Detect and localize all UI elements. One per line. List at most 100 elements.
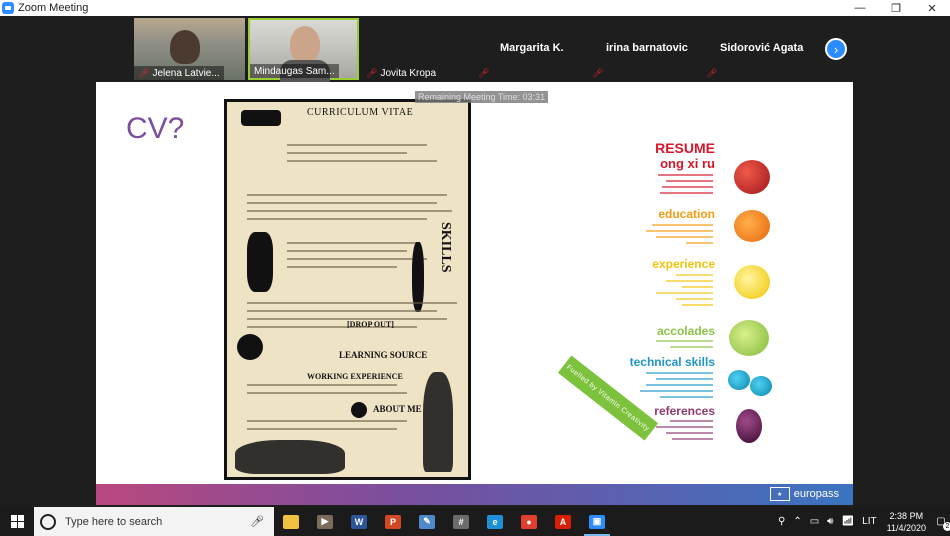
cv-example-image: CURRICULUM VITAE SKILLS [DROP OUT] LEARN… <box>224 99 471 480</box>
taskbar-app-paint[interactable]: ✎ <box>410 507 444 536</box>
taskbar-app-word[interactable]: W <box>342 507 376 536</box>
participant-name: Mindaugas Sam... <box>254 65 335 77</box>
cortana-circle-icon <box>40 513 56 530</box>
resume-name: ong xi ru <box>660 156 715 171</box>
mic-muted-icon: 🎤︎ <box>366 67 378 78</box>
orange-image <box>734 210 770 242</box>
resume-section-title: accolades <box>656 324 715 338</box>
participant-video-face <box>170 30 200 64</box>
start-button[interactable] <box>0 507 34 536</box>
apple-image <box>734 160 770 194</box>
calculator-icon: # <box>453 514 469 529</box>
cv-working-experience-label: WORKING EXPERIENCE <box>307 372 403 381</box>
word-icon: W <box>351 514 367 529</box>
taskbar-app-powerpoint[interactable]: P <box>376 507 410 536</box>
resume-heading: RESUME <box>655 140 715 156</box>
cv-splat <box>237 334 263 360</box>
taskbar-search-box[interactable]: Type here to search 🎤︎ <box>34 507 274 536</box>
chevron-right-icon[interactable]: › <box>825 38 847 60</box>
participant-tile-video[interactable]: 🎤︎ Jelena Latvie... <box>134 18 245 80</box>
taskbar-app-file-explorer[interactable] <box>274 507 308 536</box>
slide-title: CV? <box>126 112 185 145</box>
media-player-icon: ▶ <box>317 514 333 529</box>
participant-name[interactable]: Margarita K. <box>500 42 564 54</box>
europass-text: europass <box>793 488 839 500</box>
taskbar-app-media-player[interactable]: ▶ <box>308 507 342 536</box>
soldier-illustration <box>423 372 453 472</box>
close-button[interactable]: ✕ <box>914 0 950 16</box>
minimize-button[interactable]: — <box>842 0 878 16</box>
participant-name[interactable]: irina barnatovic <box>606 42 688 54</box>
green-apple-image <box>729 320 769 356</box>
cv-header: CURRICULUM VITAE <box>307 107 414 118</box>
window-titlebar: Zoom Meeting — ❐ ✕ <box>0 0 950 16</box>
blue-fruit-image <box>750 376 772 396</box>
mic-muted-icon: 🎤︎ <box>592 68 604 78</box>
lemon-image <box>734 265 770 299</box>
mic-muted-icon: 🎤︎ <box>478 68 490 78</box>
network-icon[interactable]: 📶︎ <box>841 516 854 527</box>
language-indicator[interactable]: LIT <box>862 516 876 527</box>
participant-name-bar: Mindaugas Sam... <box>250 64 339 78</box>
clock-date: 11/4/2020 <box>886 522 926 533</box>
taskbar-app-calculator[interactable]: # <box>444 507 478 536</box>
participant-tile-avatar[interactable]: 🎤︎ Jovita Kropa <box>362 18 462 80</box>
participant-name[interactable]: Sidorović Agata <box>720 42 803 54</box>
slide-footer-band: ★ europass <box>96 484 853 505</box>
participant-video-face <box>290 26 320 62</box>
file-explorer-icon <box>283 514 299 529</box>
resume-section-title: technical skills <box>629 355 715 369</box>
taskbar-app-acrobat[interactable]: A <box>546 507 580 536</box>
microphone-icon[interactable]: 🎤︎ <box>250 515 264 528</box>
europass-logo: ★ europass <box>769 487 839 501</box>
resume-example: RESUME ong xi ru education experience ac… <box>616 82 853 505</box>
zoom-logo-icon <box>2 2 14 14</box>
participant-name: Jovita Kropa <box>380 67 437 79</box>
mic-muted-icon: 🎤︎ <box>138 67 150 78</box>
volume-icon[interactable]: 🔊︎ <box>827 516 833 527</box>
cv-splat <box>247 232 273 292</box>
shared-screen: CV? CURRICULUM VITAE SKILLS [DROP OUT] L… <box>96 82 853 505</box>
participant-name-bar: 🎤︎ Jelena Latvie... <box>134 66 224 80</box>
resume-section-title: references <box>654 404 715 418</box>
participant-tile-video-active-speaker[interactable]: Mindaugas Sam... <box>248 18 359 82</box>
powerpoint-icon: P <box>385 514 401 529</box>
taskbar-app-chrome[interactable]: ● <box>512 507 546 536</box>
participant-gallery: 🎤︎ Jelena Latvie... Mindaugas Sam... J 🎤… <box>0 16 950 82</box>
plum-image <box>736 409 762 443</box>
cv-about-me-label: ABOUT ME <box>373 404 422 414</box>
search-placeholder: Type here to search <box>65 515 163 528</box>
notification-count: 2 <box>943 521 950 531</box>
maximize-button[interactable]: ❐ <box>878 0 914 16</box>
cv-splat <box>351 402 367 418</box>
cv-dropout-label: [DROP OUT] <box>347 320 394 329</box>
chrome-icon: ● <box>521 514 537 529</box>
battery-icon[interactable]: ▭ <box>810 516 819 527</box>
acrobat-icon: A <box>555 514 571 529</box>
cv-learning-source-label: LEARNING SOURCE <box>339 350 428 360</box>
cv-skills-label: SKILLS <box>438 222 453 273</box>
zoom-icon: ▣ <box>589 514 605 529</box>
mic-muted-icon: 🎤︎ <box>706 68 718 78</box>
edge-icon: e <box>487 514 503 529</box>
notification-center-icon[interactable]: ▢ 2 <box>932 513 950 531</box>
windows-taskbar: Type here to search 🎤︎ ▶ W P ✎ # e ● A ▣ ⚲ ⌃ ▭ 🔊… <box>0 507 950 536</box>
taskbar-clock[interactable]: 2:38 PM 11/4/2020 <box>887 510 926 534</box>
clock-time: 2:38 PM <box>889 510 924 521</box>
chevron-up-icon[interactable]: ⌃ <box>793 516 801 527</box>
people-icon[interactable]: ⚲ <box>778 516 785 527</box>
paint-icon: ✎ <box>419 514 435 529</box>
system-tray: ⚲ ⌃ ▭ 🔊︎ 📶︎ LIT 2:38 PM 11/4/2020 ▢ 2 <box>774 507 950 536</box>
blue-fruit-image <box>728 370 750 390</box>
participant-name: Jelena Latvie... <box>152 67 220 79</box>
eu-flag-icon: ★ <box>769 487 790 501</box>
taskbar-app-zoom[interactable]: ▣ <box>580 507 614 536</box>
participant-name-bar: 🎤︎ Jovita Kropa <box>362 66 440 80</box>
meeting-timer: Remaining Meeting Time: 03:31 <box>415 91 549 103</box>
window-title: Zoom Meeting <box>18 2 89 14</box>
windows-logo-icon <box>10 515 24 528</box>
resume-section-title: experience <box>652 257 715 271</box>
taskbar-apps: ▶ W P ✎ # e ● A ▣ <box>274 507 614 536</box>
taskbar-app-edge[interactable]: e <box>478 507 512 536</box>
motorcycle-illustration <box>235 440 345 474</box>
